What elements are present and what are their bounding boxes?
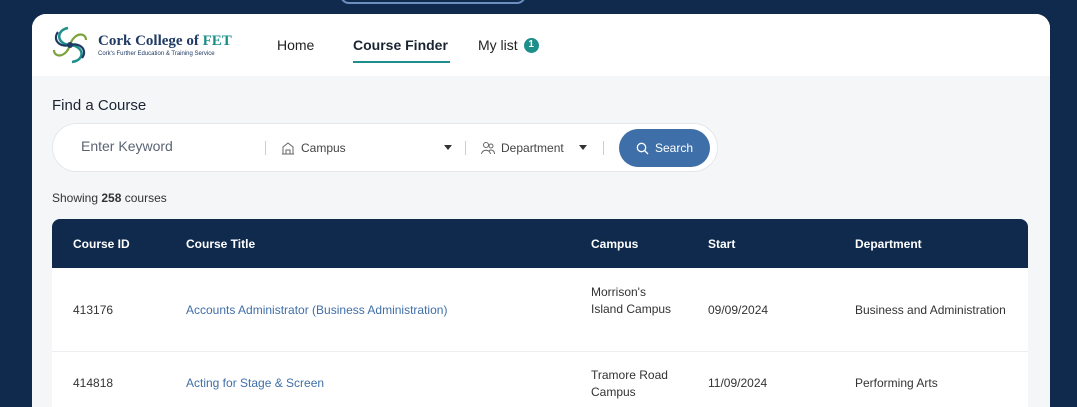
course-start: 09/09/2024 xyxy=(708,303,769,317)
department-select[interactable]: Department xyxy=(501,141,564,155)
table-row[interactable]: 414818 Acting for Stage & Screen Tramore… xyxy=(52,352,1028,407)
building-icon xyxy=(282,142,294,155)
course-campus: Tramore Road Campus xyxy=(591,368,668,399)
nav-home[interactable]: Home xyxy=(277,36,314,54)
keyword-input[interactable]: Enter Keyword xyxy=(81,138,173,154)
my-list-count-badge: 1 xyxy=(523,37,539,53)
search-icon xyxy=(636,142,649,154)
table-row[interactable]: 413176 Accounts Administrator (Business … xyxy=(52,268,1028,352)
search-button[interactable]: Search xyxy=(619,129,710,167)
top-decoration xyxy=(340,0,526,4)
nav-course-finder[interactable]: Course Finder xyxy=(353,36,450,63)
course-id: 414818 xyxy=(73,376,114,390)
search-bar: Enter Keyword Campus Department Search xyxy=(52,123,718,172)
swirl-logo-icon xyxy=(52,26,88,64)
campus-chevron-down-icon[interactable] xyxy=(444,145,452,150)
courses-table: Course ID Course Title Campus Start Depa… xyxy=(52,219,1028,407)
header-course-title[interactable]: Course Title xyxy=(186,237,255,251)
divider xyxy=(265,141,266,155)
course-title-link[interactable]: Accounts Administrator (Business Adminis… xyxy=(186,302,447,319)
course-title-link[interactable]: Acting for Stage & Screen xyxy=(186,375,324,392)
results-count: Showing 258 courses xyxy=(52,191,167,205)
people-icon xyxy=(481,142,495,155)
course-id: 413176 xyxy=(73,303,114,317)
header-start[interactable]: Start xyxy=(708,237,735,251)
campus-select[interactable]: Campus xyxy=(301,141,346,155)
divider xyxy=(465,141,466,155)
nav-my-list-label: My list xyxy=(478,37,518,53)
header-department[interactable]: Department xyxy=(855,237,922,251)
course-start: 11/09/2024 xyxy=(708,376,768,390)
active-tab-underline xyxy=(353,61,450,63)
nav-course-finder-label: Course Finder xyxy=(353,37,448,53)
search-button-label: Search xyxy=(654,141,694,155)
top-navbar: Cork College of FET Cork's Further Educa… xyxy=(32,14,1050,76)
department-chevron-down-icon[interactable] xyxy=(579,145,587,150)
divider xyxy=(603,141,604,155)
course-campus: Morrison's Island Campus xyxy=(591,285,672,316)
course-department: Business and Administration xyxy=(855,303,1006,317)
college-name: Cork College of FET xyxy=(98,33,232,49)
page-card: Cork College of FET Cork's Further Educa… xyxy=(32,14,1050,407)
nav-my-list[interactable]: My list 1 xyxy=(478,36,539,54)
course-department: Performing Arts xyxy=(855,376,938,390)
header-course-id[interactable]: Course ID xyxy=(73,237,130,251)
college-tagline: Cork's Further Education & Training Serv… xyxy=(98,51,215,57)
header-campus[interactable]: Campus xyxy=(591,237,681,251)
page-title: Find a Course xyxy=(52,97,147,114)
college-logo[interactable]: Cork College of FET Cork's Further Educa… xyxy=(50,24,232,66)
table-header: Course ID Course Title Campus Start Depa… xyxy=(52,219,1028,268)
